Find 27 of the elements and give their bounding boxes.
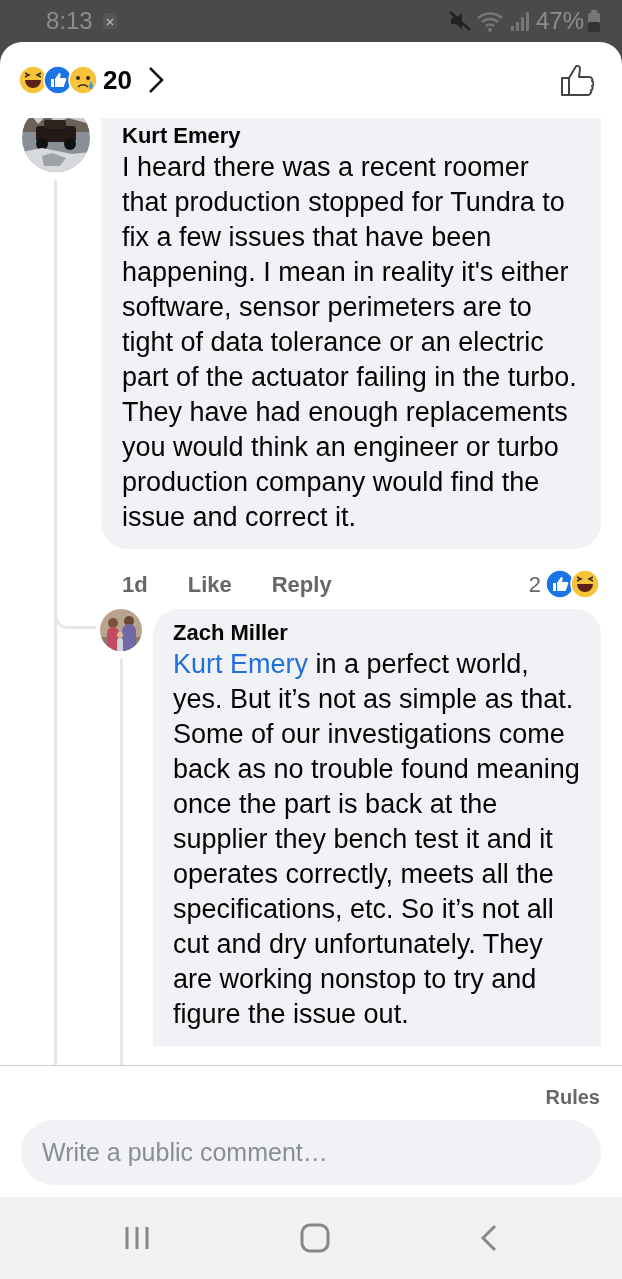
home-icon[interactable] bbox=[300, 1223, 330, 1253]
comment-author[interactable]: Zach Miller bbox=[173, 619, 581, 647]
chevron-right-icon[interactable] bbox=[147, 66, 164, 94]
mention-link[interactable]: Kurt Emery bbox=[173, 649, 309, 679]
action-link[interactable]: Like bbox=[187, 567, 232, 601]
signal-icon bbox=[509, 10, 532, 32]
comment-text: I heard there was a recent roomer that production stopped for Tundra to fix a few issues that have been happening. I mean in reality it's either software, sensor perimeters are to tight of data tolerance or an electric part of the actuator failing in the turbo. They have had enough replacements you would think an engineer or turbo production company would find the issue and correct it. bbox=[122, 151, 578, 534]
reaction-count[interactable]: 2 bbox=[528, 567, 541, 601]
rules-link[interactable]: Rules bbox=[0, 1066, 622, 1120]
reaction-count[interactable]: 20 bbox=[103, 60, 132, 100]
battery-icon bbox=[588, 10, 600, 32]
comment-time: 1d bbox=[122, 570, 148, 599]
reaction-icons[interactable] bbox=[545, 569, 601, 599]
avatar[interactable] bbox=[22, 118, 90, 172]
battery-percent: 47% bbox=[535, 6, 584, 36]
like-icon[interactable] bbox=[560, 63, 594, 97]
sad-emoji-icon bbox=[68, 65, 98, 95]
avatar[interactable] bbox=[100, 609, 142, 651]
notification-icon bbox=[100, 12, 119, 30]
comment-text: Kurt Emery in a perfect world, yes. But it’s not as simple as that. Some of our investigations come back as no trouble found meaning once the part is back at the supplier they bench test it and it operates correctly, meets all the specifications, etc. So it’s not all cut and dry unfortunately. They are working nonstop to try and figure the issue out. bbox=[173, 648, 581, 1031]
comment-input[interactable]: Write a public comment… bbox=[21, 1120, 601, 1185]
like-reaction-icon bbox=[43, 65, 73, 95]
laughing-emoji-icon bbox=[18, 65, 48, 95]
mute-icon bbox=[447, 10, 472, 32]
status-time: 8:13 bbox=[46, 6, 93, 36]
action-link[interactable]: Reply bbox=[271, 567, 332, 601]
comment-author[interactable]: Kurt Emery bbox=[122, 122, 581, 150]
